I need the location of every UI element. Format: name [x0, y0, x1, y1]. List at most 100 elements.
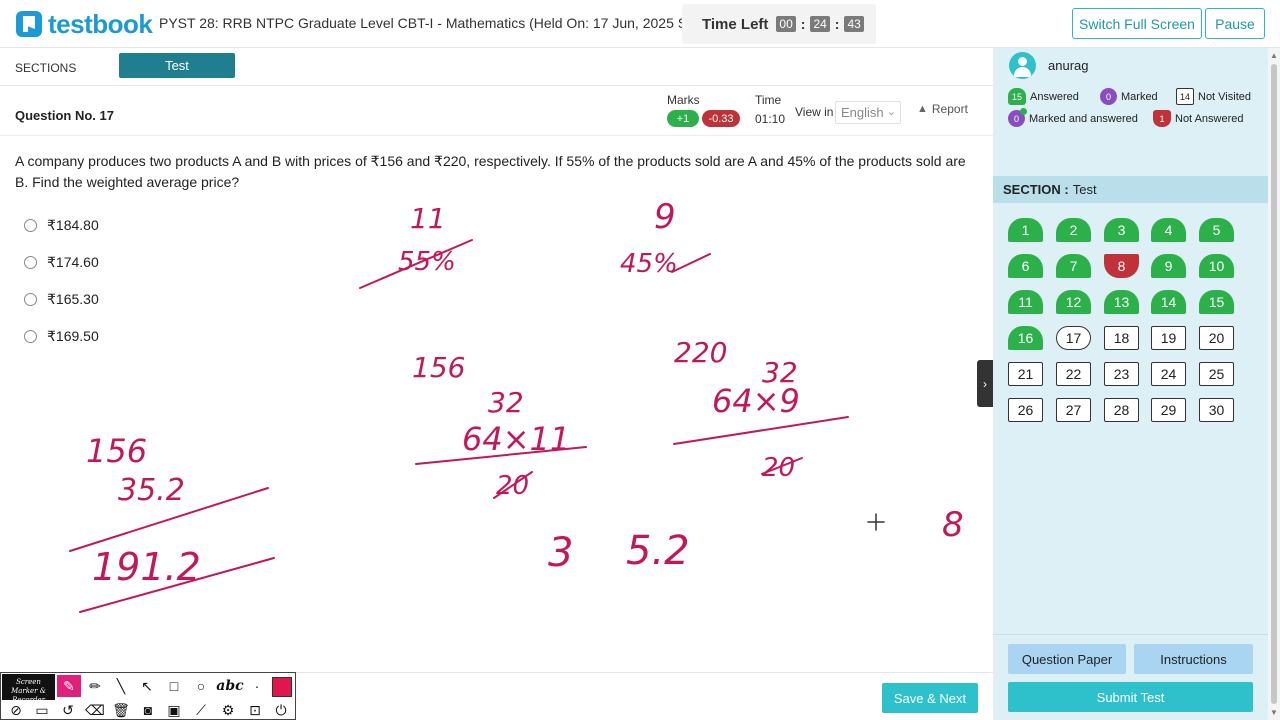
pause-button[interactable]: Pause — [1205, 8, 1265, 39]
scribble-35-2: 35.2 — [118, 473, 185, 508]
option-radio[interactable] — [24, 292, 37, 306]
eraser-icon[interactable]: ⌫ — [83, 699, 107, 720]
question-button-7[interactable]: 7 — [1056, 254, 1091, 278]
option-radio[interactable] — [24, 218, 37, 232]
scribble-11: 11 — [410, 202, 446, 235]
save-next-button[interactable]: Save & Next — [882, 683, 978, 713]
question-button-19[interactable]: 19 — [1151, 326, 1186, 350]
sections-label: SECTIONS — [15, 61, 77, 75]
option-radio[interactable] — [24, 329, 37, 343]
scroll-up-icon[interactable]: ▲ — [1270, 51, 1278, 60]
option-radio[interactable] — [24, 255, 37, 269]
power-icon[interactable]: ⏻ — [269, 699, 293, 720]
scribble-156-left: 156 — [86, 432, 147, 470]
question-button-15[interactable]: 15 — [1199, 290, 1234, 314]
question-button-2[interactable]: 2 — [1056, 218, 1091, 242]
question-button-12[interactable]: 12 — [1056, 290, 1091, 314]
top-header: testbook PYST 28: RRB NTPC Graduate Leve… — [0, 0, 1280, 48]
question-button-26[interactable]: 26 — [1008, 398, 1043, 422]
username: anurag — [1048, 58, 1089, 73]
logo-text: testbook — [48, 8, 153, 39]
scrollbar-thumb[interactable] — [1271, 64, 1277, 704]
video-icon[interactable]: ▣ — [162, 699, 186, 720]
question-button-4[interactable]: 4 — [1151, 218, 1186, 242]
division-line — [415, 446, 587, 465]
legend-label: Answered — [1030, 90, 1079, 103]
question-button-23[interactable]: 23 — [1104, 362, 1139, 386]
question-button-14[interactable]: 14 — [1151, 290, 1186, 314]
section-heading: SECTION : Test — [993, 176, 1268, 203]
question-button-13[interactable]: 13 — [1104, 290, 1139, 314]
pencil-icon[interactable]: ✏ — [83, 675, 107, 697]
scribble-191-2: 191.2 — [92, 545, 201, 589]
arrow-icon[interactable]: ↖ — [135, 675, 159, 697]
question-button-22[interactable]: 22 — [1056, 362, 1091, 386]
question-button-17[interactable]: 17 — [1056, 326, 1091, 350]
trash-icon[interactable]: 🗑 — [109, 699, 133, 720]
option-1[interactable]: ₹184.80 — [24, 215, 99, 235]
question-button-29[interactable]: 29 — [1151, 398, 1186, 422]
dot-icon[interactable]: · — [245, 675, 269, 697]
scribble-64x11: 64×11 — [462, 420, 570, 458]
scroll-down-icon[interactable]: ▼ — [1270, 708, 1278, 717]
question-button-18[interactable]: 18 — [1104, 326, 1139, 350]
color-swatch[interactable] — [272, 677, 292, 697]
question-button-27[interactable]: 27 — [1056, 398, 1091, 422]
question-button-24[interactable]: 24 — [1151, 362, 1186, 386]
question-button-3[interactable]: 3 — [1104, 218, 1139, 242]
text-tool-icon[interactable]: abc — [215, 675, 245, 697]
question-button-21[interactable]: 21 — [1008, 362, 1043, 386]
question-button-9[interactable]: 9 — [1151, 254, 1186, 278]
line-icon[interactable]: ╲ — [109, 675, 133, 697]
legend-answered: 15 Answered — [1008, 88, 1079, 105]
marks-block: Marks +1 -0.33 — [667, 93, 740, 127]
instructions-button[interactable]: Instructions — [1134, 644, 1253, 674]
screen-marker-logo: Screen Marker & Recorder — [2, 674, 55, 704]
switch-full-screen-button[interactable]: Switch Full Screen — [1072, 8, 1202, 39]
pen-icon[interactable]: ✎ — [57, 675, 81, 697]
rectangle-icon[interactable]: □ — [162, 675, 186, 697]
option-2[interactable]: ₹174.60 — [24, 252, 99, 272]
question-paper-button[interactable]: Question Paper — [1008, 644, 1126, 674]
question-button-28[interactable]: 28 — [1104, 398, 1139, 422]
scribble-220: 220 — [674, 336, 727, 369]
legend-label: Not Answered — [1175, 112, 1244, 125]
time-left-box: Time Left 00 : 24 : 43 — [682, 4, 876, 44]
question-button-1[interactable]: 1 — [1008, 218, 1043, 242]
settings-icon[interactable]: ⚙ — [216, 699, 240, 720]
legend-not-visited: 14 Not Visited — [1176, 88, 1251, 105]
history-icon[interactable]: ↺ — [56, 699, 80, 720]
question-button-25[interactable]: 25 — [1199, 362, 1234, 386]
question-button-11[interactable]: 11 — [1008, 290, 1043, 314]
brush-icon[interactable]: ⟋ — [189, 699, 213, 720]
testbook-logo[interactable]: testbook — [16, 8, 153, 39]
screen-icon[interactable]: ▭ — [30, 699, 54, 720]
question-time-value: 01:10 — [755, 112, 786, 126]
scribble-20-right: 20 — [762, 453, 795, 483]
question-button-16[interactable]: 16 — [1008, 326, 1043, 350]
scribble-5-2: 5.2 — [626, 528, 690, 574]
option-4[interactable]: ₹169.50 — [24, 326, 99, 346]
hide-icon[interactable]: ⊘ — [4, 699, 28, 720]
collapse-panel-button[interactable]: › — [977, 360, 993, 407]
question-button-10[interactable]: 10 — [1199, 254, 1234, 278]
circle-icon[interactable]: ○ — [189, 675, 213, 697]
question-button-6[interactable]: 6 — [1008, 254, 1043, 278]
question-button-5[interactable]: 5 — [1199, 218, 1234, 242]
question-time-block: Time 01:10 — [755, 93, 785, 126]
division-line — [673, 416, 849, 445]
question-button-20[interactable]: 20 — [1199, 326, 1234, 350]
camera-icon[interactable]: ◙ — [136, 699, 160, 720]
scribble-20-left: 20 — [496, 471, 529, 501]
warning-icon: ▲ — [917, 103, 928, 115]
panel-scrollbar[interactable]: ▲ ▼ — [1268, 48, 1280, 720]
report-button[interactable]: ▲ Report — [917, 102, 968, 116]
submit-test-button[interactable]: Submit Test — [1008, 682, 1253, 712]
option-label: ₹174.60 — [47, 253, 99, 270]
question-button-30[interactable]: 30 — [1199, 398, 1234, 422]
language-select[interactable]: English ⌄ — [835, 101, 901, 124]
record-icon[interactable]: ⊡ — [243, 699, 267, 720]
question-button-8[interactable]: 8 — [1104, 254, 1139, 278]
section-tab-test[interactable]: Test — [119, 53, 235, 78]
option-3[interactable]: ₹165.30 — [24, 289, 99, 309]
